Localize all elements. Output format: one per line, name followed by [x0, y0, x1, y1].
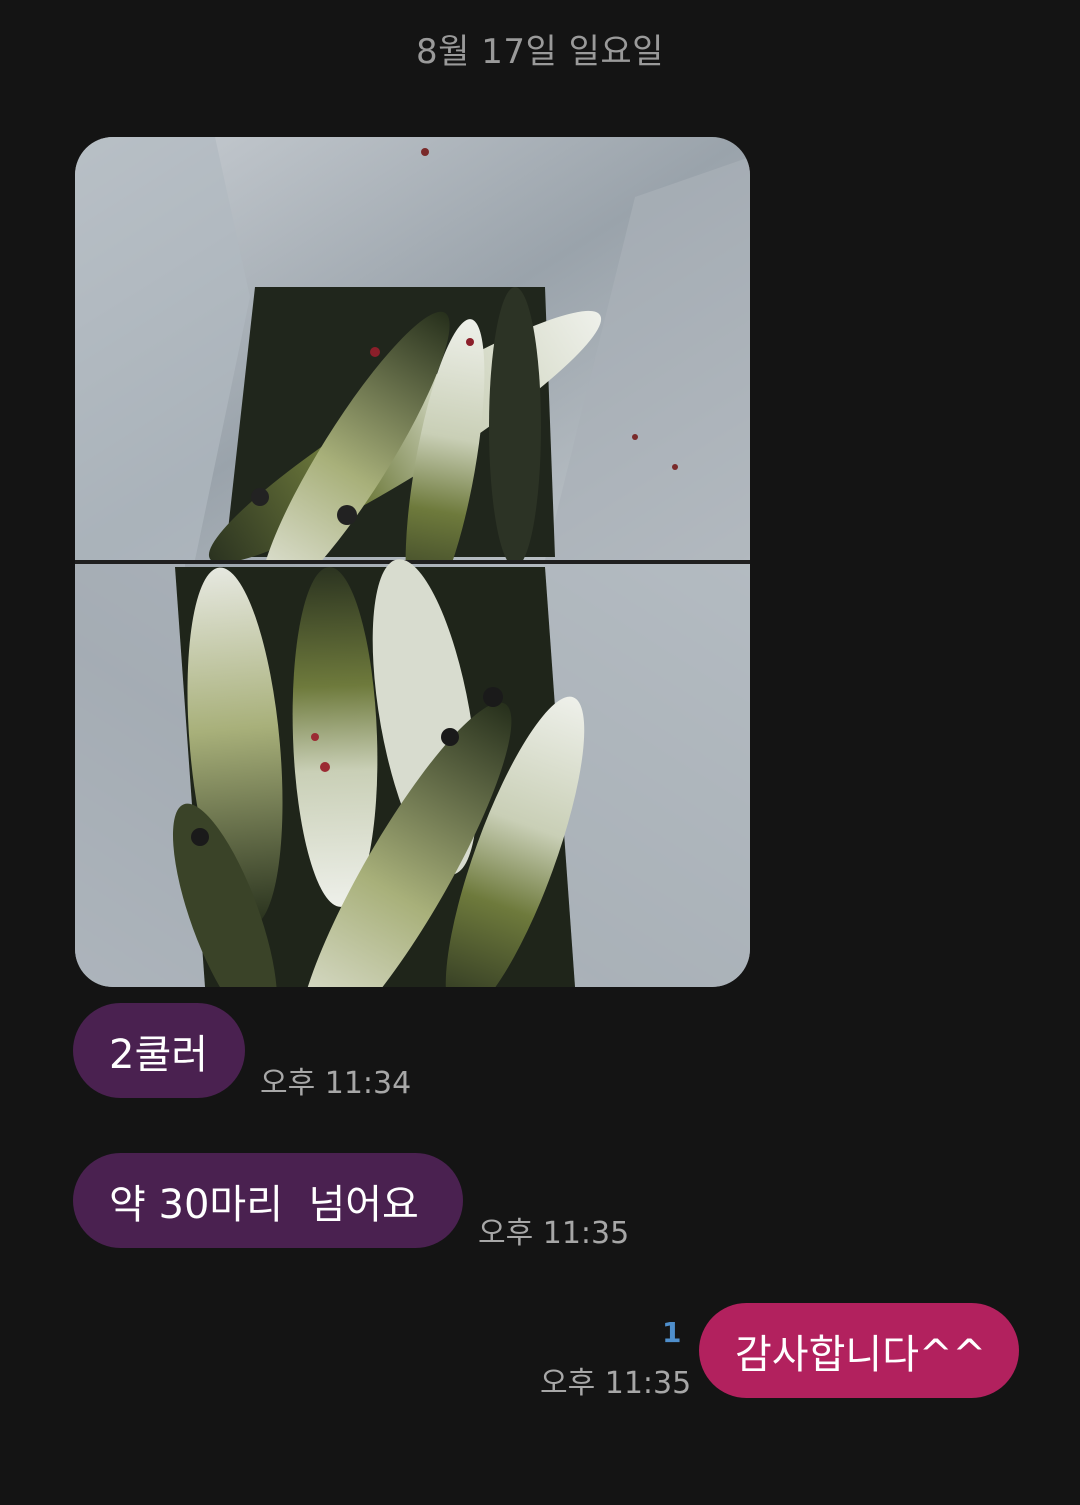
message-time: 오후 11:34 — [260, 1066, 412, 1101]
photo-top — [75, 137, 750, 615]
incoming-message-bubble[interactable]: 약 30마리 넘어요 — [73, 1153, 463, 1248]
unread-count-badge: 1 — [662, 1316, 682, 1349]
message-text: 감사합니다^^ — [735, 1331, 987, 1378]
message-time: 오후 11:35 — [478, 1216, 630, 1251]
date-divider: 8월 17일 일요일 — [416, 32, 664, 72]
fish-photo — [75, 137, 750, 987]
message-time: 오후 11:35 — [540, 1366, 692, 1401]
photo-divider — [75, 560, 750, 564]
message-text: 2쿨러 — [109, 1031, 209, 1078]
photo-bottom — [75, 559, 750, 987]
image-message[interactable] — [75, 137, 750, 987]
message-text: 약 30마리 넘어요 — [109, 1181, 419, 1228]
outgoing-message-bubble[interactable]: 감사합니다^^ — [699, 1303, 1019, 1398]
incoming-message-bubble[interactable]: 2쿨러 — [73, 1003, 245, 1098]
